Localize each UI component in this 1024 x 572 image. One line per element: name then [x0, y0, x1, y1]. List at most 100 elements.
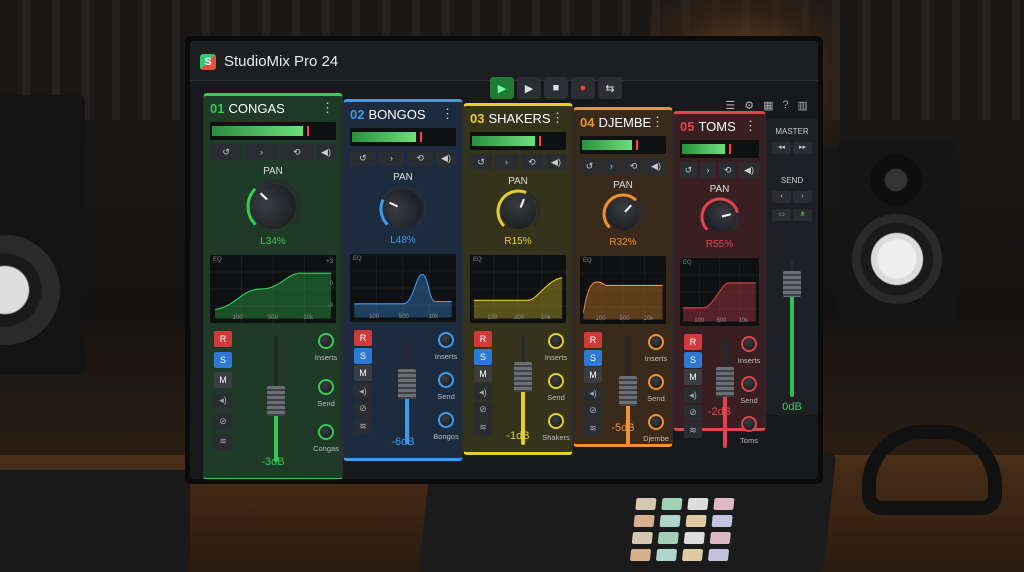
more-menu-icon[interactable]: ⋮ [551, 110, 564, 126]
monitor-icon[interactable]: ◂) [474, 384, 492, 400]
phase-icon[interactable]: ⊘ [354, 400, 372, 417]
screen-icon[interactable]: ▭ [772, 209, 791, 221]
speaker-icon[interactable]: ◀) [739, 162, 760, 178]
help-icon[interactable]: ? [782, 99, 788, 112]
eq-display[interactable]: EQ 100 500 10k [580, 256, 666, 324]
channel-header[interactable]: 03 SHAKERS ⋮ [470, 106, 566, 130]
loop-icon[interactable]: ⟲ [520, 154, 543, 170]
stack-icon[interactable]: ≋ [354, 418, 372, 435]
monitor-icon[interactable]: ◂) [354, 383, 372, 399]
phase-icon[interactable]: ⊘ [584, 402, 602, 419]
undo-icon[interactable]: ↺ [580, 158, 599, 174]
solo-button[interactable]: S [354, 347, 372, 364]
chevron-right-icon[interactable]: › [699, 162, 717, 178]
volume-fader-handle[interactable] [716, 367, 734, 397]
loop-button[interactable]: ⇆ [598, 77, 622, 99]
send-knob[interactable] [741, 336, 757, 352]
loop-icon[interactable]: ⟲ [407, 150, 434, 166]
send-knob[interactable] [548, 413, 564, 429]
send-knob[interactable] [648, 374, 664, 390]
mute-button[interactable]: M [474, 366, 492, 383]
record-arm-button[interactable]: R [684, 334, 702, 350]
stop-button[interactable]: ■ [544, 77, 568, 99]
undo-icon[interactable]: ↺ [350, 150, 376, 166]
volume-fader-handle[interactable] [514, 361, 532, 392]
send-knob[interactable] [548, 373, 564, 389]
panels-icon[interactable]: ▥ [798, 99, 808, 112]
record-button[interactable]: ● [571, 77, 595, 99]
mute-button[interactable]: M [354, 365, 372, 382]
chevron-right-icon[interactable]: › [602, 158, 621, 174]
master-fader-handle[interactable] [783, 270, 801, 297]
forward-icon[interactable]: ▸▸ [793, 142, 812, 154]
solo-button[interactable]: S [684, 351, 702, 368]
solo-button[interactable]: S [474, 348, 492, 365]
send-next-icon[interactable]: › [793, 191, 812, 203]
volume-fader-handle[interactable] [398, 368, 416, 399]
channel-strip: 01 CONGAS ⋮ ↺ › ⟲ ◀) PAN L34% EQ 100 500… [203, 93, 343, 479]
eq-curve [350, 254, 456, 322]
loop-icon[interactable]: ⟲ [280, 144, 313, 160]
send-knob[interactable] [438, 372, 454, 388]
send-knob[interactable] [648, 334, 664, 350]
eq-display[interactable]: EQ 100 500 10k [350, 254, 456, 322]
eq-display[interactable]: EQ 100 500 10k +3 0 -3 [210, 255, 336, 323]
chevron-right-icon[interactable]: › [495, 154, 518, 170]
volume-fader-handle[interactable] [267, 386, 285, 417]
pan-label: PAN [508, 176, 528, 187]
channel-header[interactable]: 02 BONGOS ⋮ [350, 102, 456, 126]
stack-icon[interactable]: ≋ [684, 422, 702, 439]
stack-icon[interactable]: ≋ [214, 433, 232, 450]
record-arm-button[interactable]: R [474, 331, 492, 347]
record-arm-button[interactable]: R [214, 331, 232, 347]
send-knob[interactable] [318, 333, 334, 349]
record-arm-button[interactable]: R [584, 332, 602, 348]
mute-button[interactable]: M [584, 367, 602, 384]
loop-icon[interactable]: ⟲ [624, 158, 643, 174]
speaker-icon[interactable]: ◀) [436, 150, 457, 166]
send-knob[interactable] [741, 416, 757, 432]
play-button[interactable]: ▶ [490, 77, 514, 99]
chevron-right-icon[interactable]: › [378, 150, 405, 166]
rewind-icon[interactable]: ◂◂ [772, 142, 791, 154]
send-knob[interactable] [548, 333, 564, 349]
phase-icon[interactable]: ⊘ [474, 401, 492, 418]
eq-display[interactable]: EQ 100 500 10k [680, 258, 759, 326]
send-knob[interactable] [438, 332, 454, 348]
routing-icon[interactable]: ⋔ [793, 209, 812, 221]
solo-button[interactable]: S [214, 351, 232, 368]
monitor-icon[interactable]: ◂) [684, 387, 702, 403]
channel-header[interactable]: 01 CONGAS ⋮ [210, 96, 336, 120]
more-menu-icon[interactable]: ⋮ [321, 100, 334, 116]
solo-button[interactable]: S [584, 349, 602, 366]
send-knob[interactable] [318, 424, 334, 441]
more-menu-icon[interactable]: ⋮ [651, 114, 664, 130]
more-menu-icon[interactable]: ⋮ [744, 118, 757, 134]
send-knob[interactable] [318, 378, 334, 395]
monitor-icon[interactable]: ◂) [584, 385, 602, 401]
send-knob[interactable] [741, 376, 757, 392]
chevron-right-icon[interactable]: › [245, 144, 278, 160]
eq-display[interactable]: EQ 100 200 10k [470, 255, 566, 323]
play-from-start-button[interactable]: ▶ [517, 77, 541, 99]
monitor-icon[interactable]: ◂) [214, 392, 232, 409]
phase-icon[interactable]: ⊘ [214, 413, 232, 429]
loop-icon[interactable]: ⟲ [719, 162, 737, 178]
speaker-icon[interactable]: ◀) [646, 158, 666, 174]
channel-header[interactable]: 04 DJEMBE ⋮ [580, 110, 666, 134]
undo-icon[interactable]: ↺ [470, 154, 493, 170]
eq-freq-tick: 100 [595, 316, 606, 322]
mute-button[interactable]: M [214, 372, 232, 388]
more-menu-icon[interactable]: ⋮ [441, 106, 454, 122]
send-prev-icon[interactable]: ‹ [772, 191, 791, 203]
speaker-icon[interactable]: ◀) [546, 154, 566, 170]
undo-icon[interactable]: ↺ [210, 144, 243, 160]
channel-header[interactable]: 05 TOMS ⋮ [680, 114, 759, 138]
pan-label: PAN [393, 172, 413, 183]
undo-icon[interactable]: ↺ [680, 162, 697, 178]
speaker-icon[interactable]: ◀) [316, 144, 336, 160]
layout-icon[interactable]: ▦ [763, 99, 773, 112]
send-knob[interactable] [438, 412, 454, 428]
record-arm-button[interactable]: R [354, 330, 372, 346]
mute-button[interactable]: M [684, 369, 702, 386]
